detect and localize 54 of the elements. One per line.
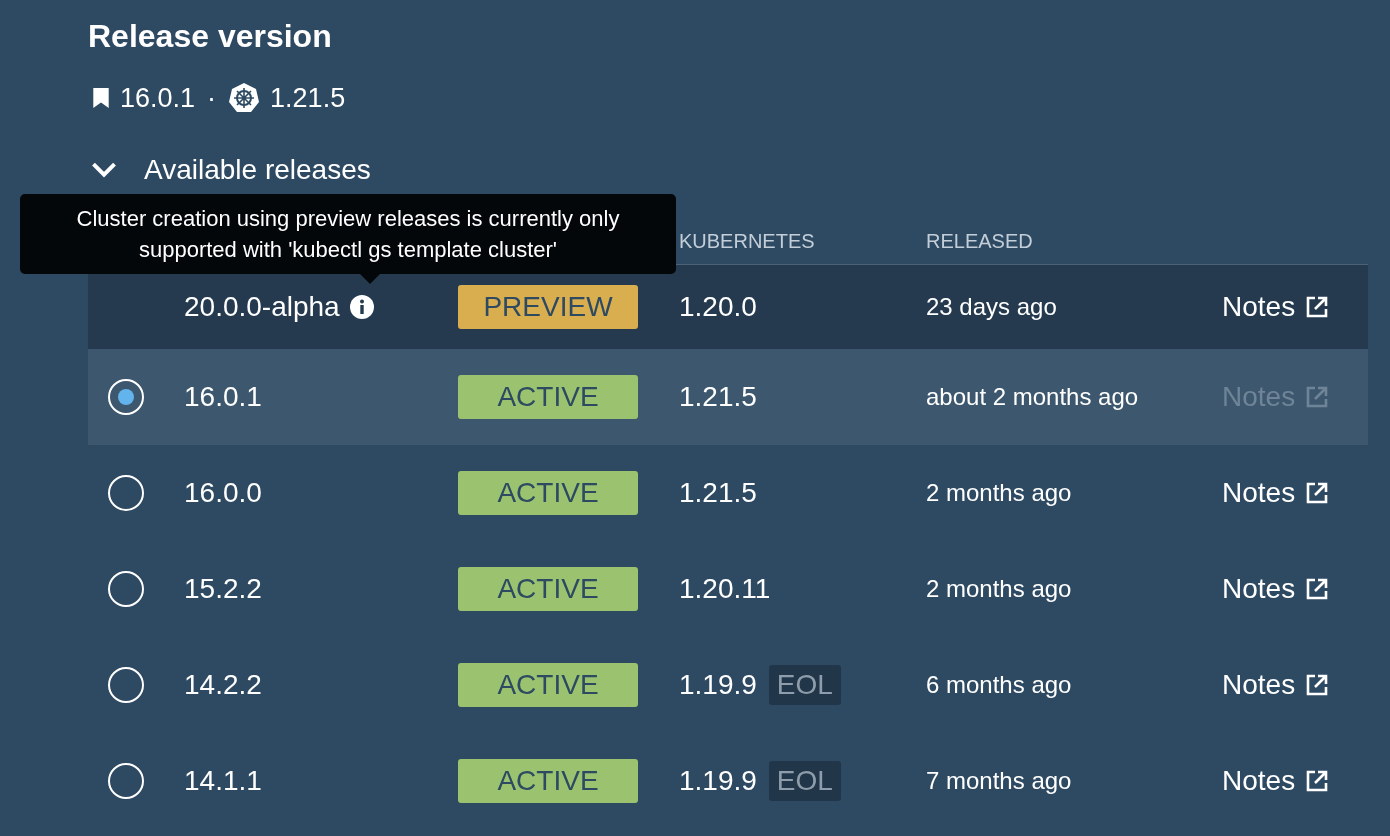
status-badge: ACTIVE (458, 567, 638, 611)
notes-link[interactable]: Notes (1222, 765, 1330, 797)
kubernetes-version: 1.20.0 (679, 291, 757, 323)
kubernetes-version: 1.19.9 (679, 765, 757, 797)
external-link-icon (1305, 577, 1330, 601)
radio-button[interactable] (108, 475, 144, 511)
tooltip: Cluster creation using preview releases is currently only supported with 'kubectl gs template cluster' (20, 194, 676, 274)
version-text: 14.2.2 (184, 669, 262, 701)
version-text: 14.1.1 (184, 765, 262, 797)
kubernetes-version: 1.19.9 (679, 669, 757, 701)
status-badge: ACTIVE (458, 375, 638, 419)
external-link-icon (1305, 481, 1330, 505)
notes-link[interactable]: Notes (1222, 669, 1330, 701)
kubernetes-version: 1.21.5 (270, 82, 346, 114)
kubernetes-version: 1.21.5 (679, 381, 757, 413)
released-date: 7 months ago (926, 767, 1072, 794)
status-badge: ACTIVE (458, 471, 638, 515)
released-date: 6 months ago (926, 671, 1072, 698)
radio-button[interactable] (108, 667, 144, 703)
release-version: 16.0.1 (120, 82, 196, 114)
status-badge: ACTIVE (458, 663, 638, 707)
radio-button[interactable] (108, 379, 144, 415)
notes-link[interactable]: Notes (1222, 477, 1330, 509)
bookmark-icon (92, 87, 110, 109)
available-releases-toggle[interactable]: Available releases (88, 150, 371, 190)
released-date: 2 months ago (926, 479, 1072, 506)
column-header: KUBERNETES (679, 229, 816, 253)
helm-wheel-icon (228, 82, 261, 114)
external-link-icon (1305, 385, 1330, 409)
released-date: 2 months ago (926, 575, 1072, 602)
tooltip-arrow (360, 274, 380, 284)
external-link-icon (1305, 769, 1330, 793)
released-date: about 2 months ago (926, 383, 1139, 410)
notes-link[interactable]: Notes (1222, 291, 1330, 323)
released-date: 23 days ago (926, 293, 1057, 320)
kubernetes-version: 1.21.5 (679, 477, 757, 509)
status-badge: ACTIVE (458, 759, 638, 803)
version-text: 16.0.1 (184, 381, 262, 413)
external-link-icon (1305, 295, 1330, 319)
version-text: 20.0.0-alpha (184, 291, 340, 323)
kubernetes-version: 1.20.11 (679, 573, 771, 605)
eol-badge: EOL (768, 761, 841, 801)
eol-badge: EOL (768, 665, 841, 705)
separator-dot: · (207, 82, 217, 114)
external-link-icon (1305, 673, 1330, 697)
version-text: 15.2.2 (184, 573, 262, 605)
version-text: 16.0.0 (184, 477, 262, 509)
column-header: RELEASED (926, 229, 1034, 253)
status-badge: PREVIEW (458, 285, 638, 329)
section-title: Release version (88, 17, 333, 56)
radio-button[interactable] (108, 571, 144, 607)
notes-link[interactable]: Notes (1222, 573, 1330, 605)
info-icon[interactable] (349, 295, 374, 319)
radio-button[interactable] (108, 763, 144, 799)
